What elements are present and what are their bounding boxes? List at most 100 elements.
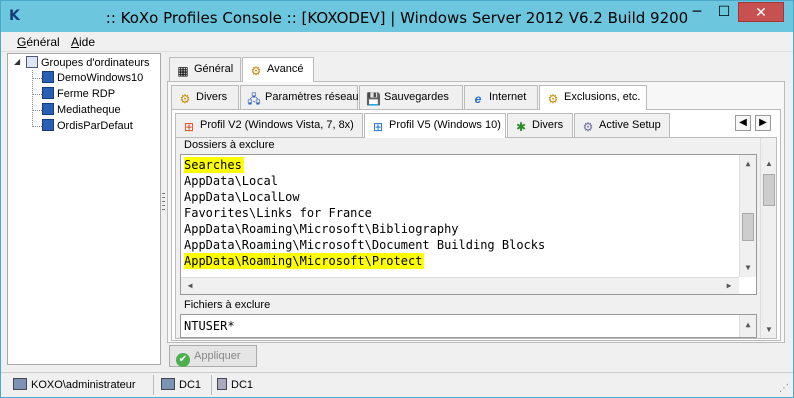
status-dc-primary: DC1 bbox=[161, 376, 201, 394]
menu-aide-accel: A bbox=[71, 35, 80, 49]
tab-exclusions[interactable]: ⚙ Exclusions, etc. bbox=[539, 85, 647, 110]
tree-item-label: DemoWindows10 bbox=[57, 72, 144, 84]
status-user: KOXO\administrateur bbox=[13, 376, 136, 394]
computer-groups-tree[interactable]: ◢ Groupes d'ordinateurs DemoWindows10 Fe… bbox=[7, 53, 161, 365]
tab-active-setup[interactable]: ⚙ Active Setup bbox=[574, 113, 670, 137]
scroll-thumb[interactable] bbox=[763, 174, 775, 206]
tree-item-mediatheque[interactable]: Mediatheque bbox=[42, 102, 121, 118]
collapse-icon[interactable]: ◢ bbox=[14, 57, 20, 66]
tab-label: Internet bbox=[489, 91, 527, 103]
windows-logo-icon: ⊞ bbox=[372, 120, 384, 134]
server-icon bbox=[161, 378, 175, 390]
gear-icon: ⚙ bbox=[250, 64, 262, 78]
network-icon: 🖧 bbox=[247, 92, 261, 106]
folder-line: AppData\Local bbox=[184, 174, 278, 188]
scroll-down-icon[interactable]: ▼ bbox=[761, 322, 776, 338]
tree-item-demowindows10[interactable]: DemoWindows10 bbox=[42, 70, 143, 86]
checkmark-icon: ✔ bbox=[176, 353, 190, 367]
tree-root[interactable]: Groupes d'ordinateurs bbox=[26, 55, 150, 71]
menu-aide-label: ide bbox=[79, 35, 96, 49]
tree-item-label: Mediatheque bbox=[57, 104, 121, 116]
tab-parametres-reseau[interactable]: 🖧 Paramètres réseau bbox=[240, 85, 359, 109]
gear-icon: ⚙ bbox=[547, 92, 559, 106]
menu-general-label: énéral bbox=[26, 35, 60, 49]
scroll-down-icon[interactable]: ▼ bbox=[740, 260, 756, 276]
folders-vertical-scrollbar[interactable]: ▲ ▼ bbox=[739, 155, 756, 277]
menu-general-accel: G bbox=[17, 35, 27, 49]
scroll-up-icon[interactable]: ▲ bbox=[740, 317, 756, 333]
status-user-label: KOXO\administrateur bbox=[31, 379, 136, 391]
main-tabs: ▦ Général ⚙ Avancé bbox=[169, 57, 769, 82]
computer-icon bbox=[42, 87, 54, 99]
maximize-button[interactable]: ☐ bbox=[711, 2, 737, 22]
content-vertical-scrollbar[interactable]: ▲ ▼ bbox=[760, 138, 776, 338]
tab-avance[interactable]: ⚙ Avancé bbox=[242, 57, 314, 82]
tab-label: Paramètres réseau bbox=[265, 91, 359, 103]
folder-line: Favorites\Links for France bbox=[184, 206, 372, 220]
tab-label: Active Setup bbox=[599, 119, 661, 131]
status-bar: KOXO\administrateur DC1 DC1 ⋰ bbox=[1, 372, 793, 397]
window-title: :: KoXo Profiles Console :: [KOXODEV] | … bbox=[105, 9, 689, 27]
folder-line: AppData\Roaming\Microsoft\Protect bbox=[184, 253, 425, 269]
profile-v5-content: Dossiers à exclure Searches AppData\Loca… bbox=[175, 137, 777, 339]
tab-scroll-left-button[interactable]: ◀ bbox=[735, 115, 751, 131]
table-icon: ▦ bbox=[177, 64, 189, 78]
app-window: K :: KoXo Profiles Console :: [KOXODEV] … bbox=[0, 0, 794, 398]
scroll-up-icon[interactable]: ▲ bbox=[740, 156, 756, 172]
user-icon bbox=[13, 378, 27, 390]
tab-label: Profil V2 (Windows Vista, 7, 8x) bbox=[200, 119, 354, 131]
internet-explorer-icon: e bbox=[474, 92, 482, 106]
computer-group-icon bbox=[26, 56, 38, 68]
tab-label: Divers bbox=[196, 91, 228, 103]
files-vertical-scrollbar[interactable]: ▲ bbox=[739, 315, 756, 337]
tab-label: Exclusions, etc. bbox=[564, 91, 641, 103]
tree-item-ferme-rdp[interactable]: Ferme RDP bbox=[42, 86, 115, 102]
folder-line: AppData\LocalLow bbox=[184, 190, 300, 204]
computer-icon bbox=[42, 71, 54, 83]
tab-internet[interactable]: e Internet bbox=[464, 85, 538, 109]
floppy-disk-icon: 💾 bbox=[366, 92, 381, 106]
status-dc-secondary: DC1 bbox=[217, 376, 253, 394]
folder-line: AppData\Roaming\Microsoft\Bibliography bbox=[184, 222, 459, 236]
scroll-thumb[interactable] bbox=[742, 213, 754, 241]
tab-label: Avancé bbox=[267, 63, 304, 75]
scroll-right-icon[interactable]: ▶ bbox=[721, 278, 737, 294]
puzzle-icon: ✱ bbox=[515, 120, 527, 134]
menu-general[interactable]: Général bbox=[17, 35, 60, 49]
computer-icon bbox=[42, 103, 54, 115]
status-dc1-label: DC1 bbox=[179, 379, 202, 391]
gear-icon: ⚙ bbox=[179, 92, 191, 106]
tab-label: Général bbox=[194, 63, 234, 75]
file-line: NTUSER* bbox=[184, 319, 235, 333]
close-button[interactable]: ✕ bbox=[738, 2, 784, 22]
scroll-up-icon[interactable]: ▲ bbox=[761, 156, 776, 172]
tab-scroll-right-button[interactable]: ▶ bbox=[755, 115, 771, 131]
tab-label: Profil V5 (Windows 10) bbox=[389, 119, 501, 131]
profile-tabs: ⊞ Profil V2 (Windows Vista, 7, 8x) ⊞ Profi… bbox=[175, 113, 775, 138]
tab-profil-v2[interactable]: ⊞ Profil V2 (Windows Vista, 7, 8x) bbox=[175, 113, 363, 137]
tab-profil-v5[interactable]: ⊞ Profil V5 (Windows 10) bbox=[364, 113, 506, 138]
folders-group-label: Dossiers à exclure bbox=[184, 139, 275, 151]
resize-grip-icon[interactable]: ⋰ bbox=[779, 383, 789, 394]
gear-icon: ⚙ bbox=[582, 120, 594, 134]
files-textbox[interactable]: NTUSER* ▲ bbox=[180, 314, 757, 338]
apply-button-label: Appliquer bbox=[194, 350, 241, 362]
tab-divers-profil[interactable]: ✱ Divers bbox=[507, 113, 573, 137]
tab-divers[interactable]: ⚙ Divers bbox=[171, 85, 239, 109]
menu-bar: Général Aide bbox=[1, 32, 793, 52]
computer-icon bbox=[42, 119, 54, 131]
title-bar[interactable]: K :: KoXo Profiles Console :: [KOXODEV] … bbox=[1, 1, 793, 32]
apply-button[interactable]: ✔ Appliquer bbox=[169, 345, 257, 367]
server-icon bbox=[217, 378, 227, 390]
folders-horizontal-scrollbar[interactable]: ◀ ▶ bbox=[181, 277, 739, 294]
tree-item-ordisspardefaut[interactable]: OrdisParDefaut bbox=[42, 118, 133, 134]
scroll-left-icon[interactable]: ◀ bbox=[182, 278, 198, 294]
tab-general[interactable]: ▦ Général bbox=[169, 57, 241, 81]
tree-item-label: Ferme RDP bbox=[57, 88, 116, 100]
minimize-button[interactable]: ─ bbox=[684, 2, 710, 22]
tab-sauvegardes[interactable]: 💾 Sauvegardes bbox=[359, 85, 463, 109]
folders-textbox[interactable]: Searches AppData\Local AppData\LocalLow … bbox=[180, 154, 757, 295]
tab-label: Divers bbox=[532, 119, 564, 131]
menu-aide[interactable]: Aide bbox=[71, 35, 95, 49]
tab-label: Sauvegardes bbox=[384, 91, 449, 103]
